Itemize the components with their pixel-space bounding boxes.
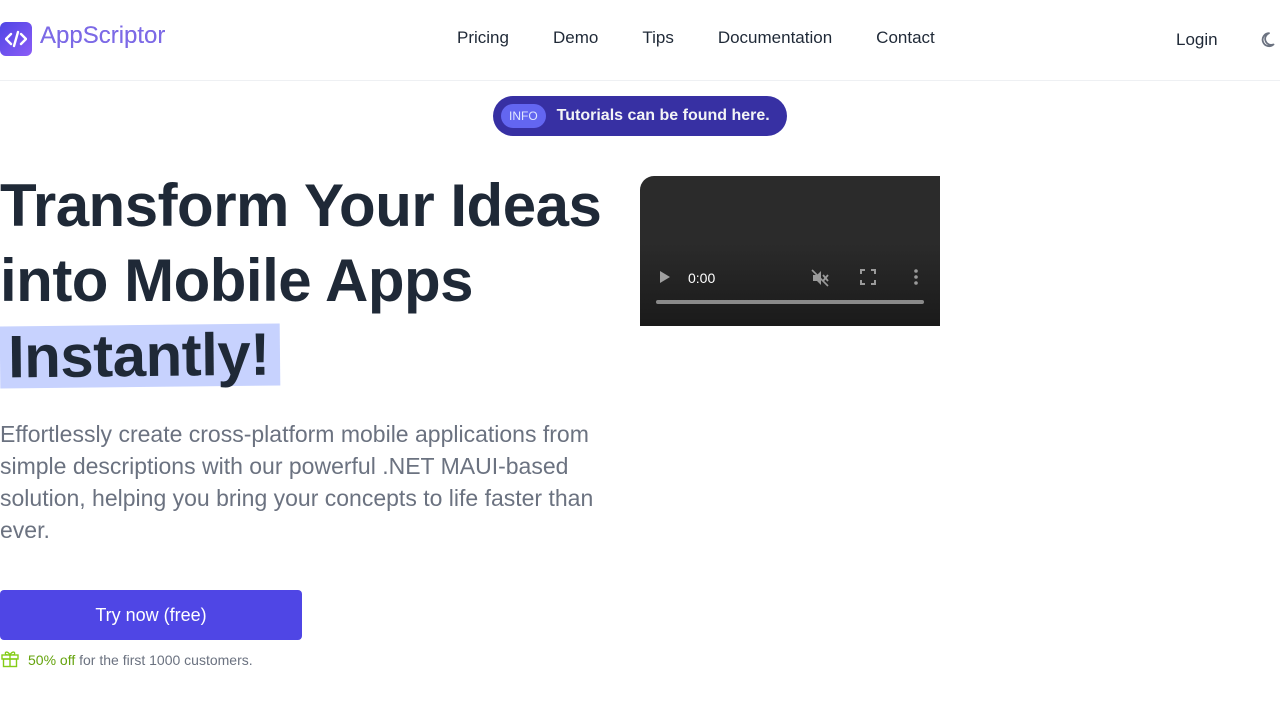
brand-name: AppScriptor bbox=[40, 22, 166, 49]
info-banner-text[interactable]: Tutorials can be found here. bbox=[557, 107, 770, 125]
moon-icon[interactable] bbox=[1260, 30, 1280, 50]
volume-muted-icon[interactable] bbox=[810, 268, 830, 288]
nav-item-contact[interactable]: Contact bbox=[876, 28, 935, 48]
gift-icon bbox=[0, 648, 20, 671]
promo-note: 50% off for the first 1000 customers. bbox=[0, 648, 253, 671]
site-header: AppScriptor Pricing Demo Tips Documentat… bbox=[0, 0, 1280, 81]
brand-logo[interactable]: AppScriptor bbox=[0, 22, 165, 56]
video-progress-bar[interactable] bbox=[656, 300, 924, 304]
fullscreen-icon[interactable] bbox=[860, 269, 876, 285]
info-banner[interactable]: INFO Tutorials can be found here. bbox=[493, 96, 787, 136]
hero-title-line-2: into Mobile Apps bbox=[0, 247, 474, 314]
hero-title-line-1: Transform Your Ideas bbox=[0, 172, 602, 239]
nav-item-documentation[interactable]: Documentation bbox=[718, 28, 832, 48]
hero-title: Transform Your Ideas into Mobile Apps In… bbox=[0, 168, 620, 393]
code-icon bbox=[0, 22, 32, 56]
hero-title-highlight: Instantly! bbox=[0, 321, 281, 390]
login-link[interactable]: Login bbox=[1176, 30, 1218, 50]
nav-item-demo[interactable]: Demo bbox=[553, 28, 598, 48]
video-controls: 0:00 bbox=[640, 236, 940, 326]
more-vertical-icon[interactable] bbox=[910, 267, 922, 287]
promo-discount: 50% off bbox=[28, 651, 76, 668]
video-time: 0:00 bbox=[688, 270, 716, 286]
main-nav: Pricing Demo Tips Documentation Contact bbox=[457, 28, 935, 48]
nav-item-pricing[interactable]: Pricing bbox=[457, 28, 509, 48]
nav-item-tips[interactable]: Tips bbox=[642, 28, 674, 48]
promo-text: for the first 1000 customers. bbox=[79, 651, 253, 668]
info-badge: INFO bbox=[501, 104, 546, 128]
video-player[interactable]: 0:00 bbox=[640, 176, 940, 326]
try-now-button[interactable]: Try now (free) bbox=[0, 590, 302, 640]
play-icon[interactable] bbox=[658, 269, 672, 285]
hero-description: Effortlessly create cross-platform mobil… bbox=[0, 421, 594, 543]
